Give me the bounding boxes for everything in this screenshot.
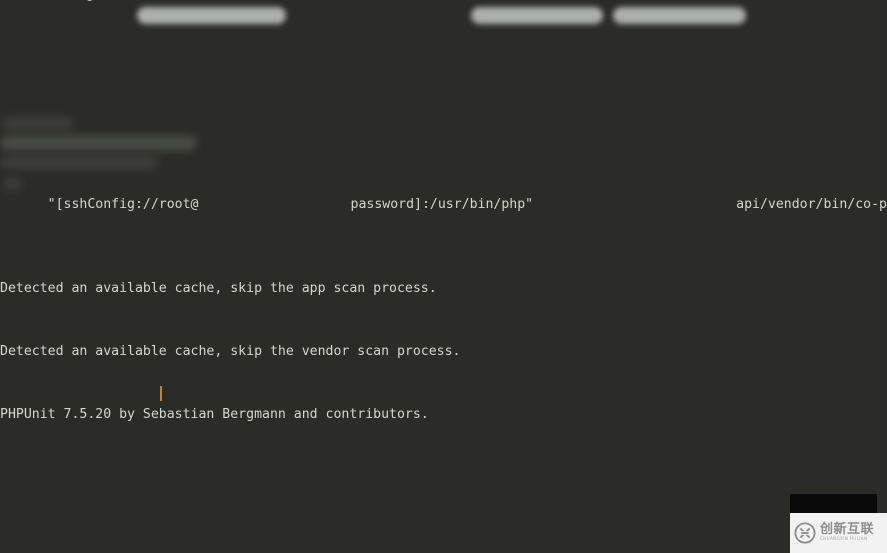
command-middle: password]:/usr/bin/php" <box>350 197 534 212</box>
command-suffix: api/vendor/bin/co-ph <box>736 197 887 212</box>
terminal-screenshot: { "theme": { "background": "#2b2b28", "f… <box>0 0 887 553</box>
watermark-black-bar <box>790 494 877 513</box>
console-blank-row <box>0 84 887 89</box>
watermark-en-label: CHUANGXIN HULIAN <box>820 537 868 543</box>
command-prefix: "[sshConfig://root@ <box>47 197 199 212</box>
watermark-text-group: 创新互联 CHUANGXIN HULIAN <box>820 523 874 542</box>
site-watermark: 创新互联 CHUANGXIN HULIAN <box>790 513 887 553</box>
console-line: Detected an available cache, skip the ve… <box>0 344 461 359</box>
console-blank-row <box>0 509 887 530</box>
cx-logo-icon <box>794 522 816 544</box>
console-output-pane[interactable]: g "[sshConfig://root@password]:/usr/bin/… <box>0 0 887 553</box>
console-line-stream: "[sshConfig://root@ password]:/usr/bin/ph… <box>0 0 887 553</box>
watermark-cn-label: 创新互联 <box>820 522 875 538</box>
console-line: Detected an available cache, skip the ap… <box>0 281 437 296</box>
command-line-row: "[sshConfig://root@ password]:/usr/bin/ph… <box>0 173 887 212</box>
console-line: PHPUnit 7.5.20 by Sebastian Bergmann and… <box>0 407 429 422</box>
bracket-highlight-caret <box>160 386 162 401</box>
